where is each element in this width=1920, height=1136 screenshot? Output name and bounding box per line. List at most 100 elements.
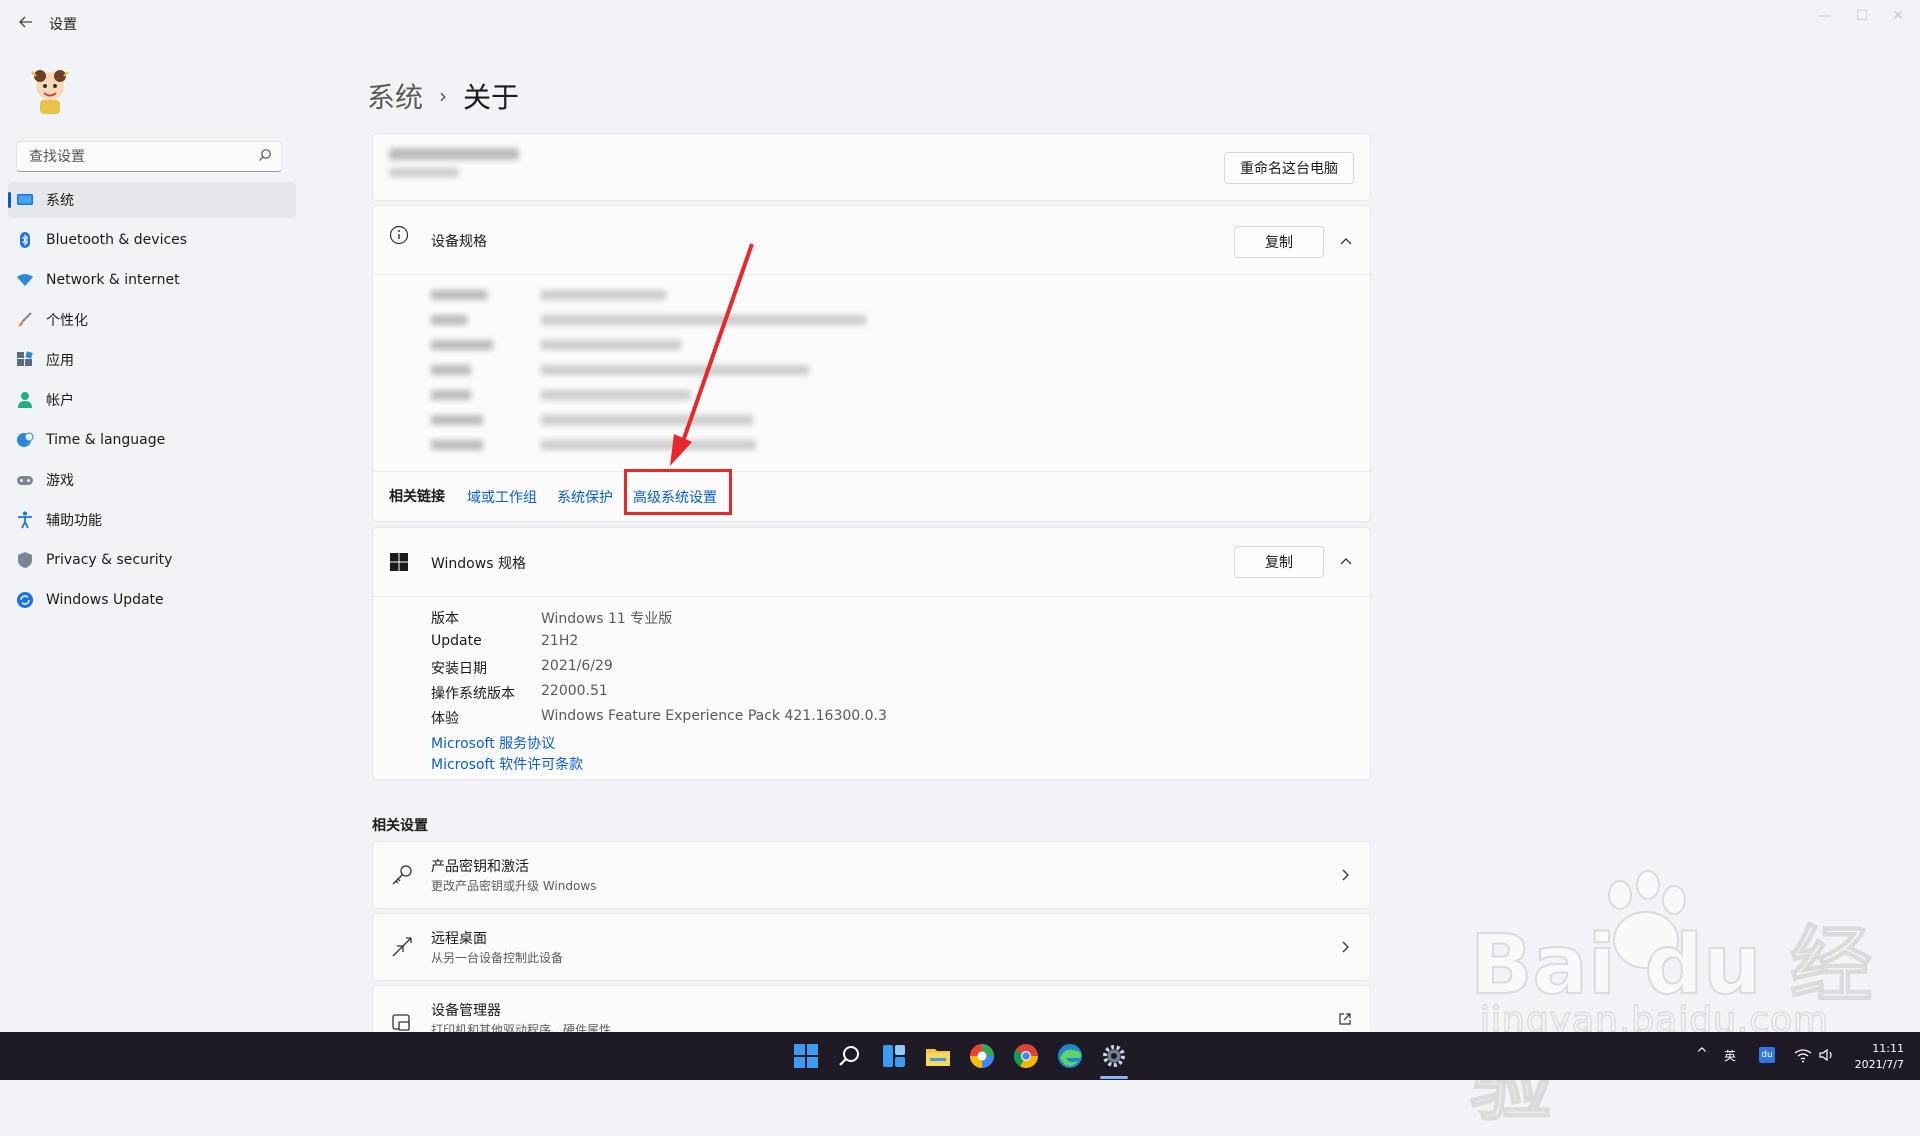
link-domain-workgroup[interactable]: 域或工作组 bbox=[467, 487, 537, 507]
external-link-icon bbox=[1339, 1013, 1351, 1025]
sidebar-item-accessibility[interactable]: 辅助功能 bbox=[8, 502, 296, 538]
sidebar-item-label: 游戏 bbox=[46, 473, 74, 489]
remote-desktop-icon bbox=[392, 937, 412, 957]
bluetooth-icon bbox=[20, 232, 30, 248]
copy-device-specs-button[interactable]: 复制 bbox=[1234, 226, 1324, 258]
spec-label-os-build: 操作系统版本 bbox=[431, 686, 515, 702]
settings-gear-icon[interactable] bbox=[1100, 1042, 1128, 1070]
link-license-terms[interactable]: Microsoft 软件许可条款 bbox=[431, 754, 583, 774]
network-icon[interactable] bbox=[1794, 1047, 1812, 1063]
window-title: 设置 bbox=[49, 17, 77, 33]
setting-product-key[interactable]: 产品密钥和激活 更改产品密钥或升级 Windows bbox=[372, 841, 1371, 909]
shield-icon bbox=[18, 552, 32, 568]
info-icon bbox=[389, 225, 409, 245]
breadcrumb: 系统 › 关于 bbox=[367, 76, 519, 116]
clock-date: 2021/7/7 bbox=[1854, 1058, 1904, 1071]
sidebar-item-accounts[interactable]: 帐户 bbox=[8, 382, 296, 418]
link-system-protection[interactable]: 系统保护 bbox=[557, 487, 613, 507]
device-name-card: 重命名这台电脑 bbox=[372, 133, 1371, 201]
sidebar-item-gaming[interactable]: 游戏 bbox=[8, 462, 296, 498]
device-name-blurred bbox=[389, 148, 519, 177]
start-icon[interactable] bbox=[792, 1042, 820, 1070]
spec-label-edition: 版本 bbox=[431, 611, 459, 627]
edge-icon[interactable] bbox=[1056, 1042, 1084, 1070]
sidebar-item-windows-update[interactable]: Windows Update bbox=[8, 582, 296, 618]
sidebar-item-label: 系统 bbox=[46, 193, 74, 209]
search-input[interactable] bbox=[27, 148, 251, 166]
setting-subtitle: 更改产品密钥或升级 Windows bbox=[431, 879, 597, 893]
sidebar-item-label: Privacy & security bbox=[46, 552, 173, 568]
wifi-icon bbox=[17, 274, 33, 286]
copy-windows-specs-button[interactable]: 复制 bbox=[1234, 546, 1324, 578]
setting-title: 产品密钥和激活 bbox=[431, 859, 529, 875]
spec-value-update: 21H2 bbox=[541, 633, 579, 649]
setting-device-manager[interactable]: 设备管理器 打印机和其他驱动程序、硬件属性 bbox=[372, 985, 1371, 1032]
sidebar-item-privacy[interactable]: Privacy & security bbox=[8, 542, 296, 578]
window-controls: — ☐ ✕ bbox=[1818, 8, 1904, 24]
ime-indicator[interactable]: 英 bbox=[1724, 1047, 1736, 1064]
sidebar-item-time-language[interactable]: Time & language bbox=[8, 422, 296, 458]
link-services-agreement[interactable]: Microsoft 服务协议 bbox=[431, 733, 555, 753]
widgets-icon[interactable] bbox=[880, 1042, 908, 1070]
chevron-right-icon bbox=[1342, 869, 1349, 881]
color-app-icon[interactable] bbox=[968, 1042, 996, 1070]
apps-icon bbox=[17, 351, 33, 366]
back-arrow-icon[interactable] bbox=[14, 12, 38, 36]
search-icon[interactable] bbox=[258, 148, 272, 162]
maximize-icon[interactable]: ☐ bbox=[1856, 8, 1869, 24]
minimize-icon[interactable]: — bbox=[1818, 8, 1832, 24]
spec-label-experience: 体验 bbox=[431, 711, 459, 727]
accessibility-icon bbox=[18, 511, 32, 529]
baidu-tray-icon[interactable]: du bbox=[1759, 1047, 1775, 1063]
update-icon bbox=[17, 592, 33, 608]
file-explorer-icon[interactable] bbox=[924, 1042, 952, 1070]
close-icon[interactable]: ✕ bbox=[1892, 8, 1904, 24]
clock[interactable]: 11:11 2021/7/7 bbox=[1855, 1041, 1904, 1073]
key-icon bbox=[392, 865, 412, 885]
setting-title: 设备管理器 bbox=[431, 1003, 501, 1019]
avatar[interactable] bbox=[24, 64, 76, 116]
breadcrumb-separator: › bbox=[439, 84, 448, 108]
spec-value-install-date: 2021/6/29 bbox=[541, 658, 613, 674]
windows-specs-title: Windows 规格 bbox=[431, 556, 526, 572]
gamepad-icon bbox=[17, 476, 33, 485]
chevron-up-icon[interactable] bbox=[1338, 554, 1354, 570]
volume-icon[interactable] bbox=[1818, 1047, 1836, 1063]
title-bar: 设置 — ☐ ✕ bbox=[0, 0, 1920, 48]
setting-title: 远程桌面 bbox=[431, 931, 487, 947]
spec-value-os-build: 22000.51 bbox=[541, 683, 608, 699]
sidebar-item-bluetooth[interactable]: Bluetooth & devices bbox=[8, 222, 296, 258]
device-specs-title: 设备规格 bbox=[431, 234, 487, 250]
baidu-watermark: Bai du 经验 jingyan.baidu.com bbox=[1469, 860, 1890, 1133]
spec-value-edition: Windows 11 专业版 bbox=[541, 611, 673, 627]
sidebar-item-system[interactable]: 系统 bbox=[8, 182, 296, 218]
breadcrumb-parent[interactable]: 系统 bbox=[367, 76, 423, 116]
sidebar-item-label: 帐户 bbox=[46, 393, 74, 409]
chevron-right-icon bbox=[1342, 941, 1349, 953]
related-links-label: 相关链接 bbox=[389, 489, 445, 505]
setting-subtitle: 打印机和其他驱动程序、硬件属性 bbox=[431, 1023, 612, 1032]
sidebar-item-apps[interactable]: 应用 bbox=[8, 342, 296, 378]
spec-label-install-date: 安装日期 bbox=[431, 661, 487, 677]
windows-logo-icon bbox=[390, 553, 408, 571]
tray-chevron-up-icon[interactable]: ^ bbox=[1696, 1046, 1708, 1062]
annotation-highlight-box bbox=[624, 469, 732, 515]
sidebar-item-network[interactable]: Network & internet bbox=[8, 262, 296, 298]
taskbar-search-icon[interactable] bbox=[836, 1042, 864, 1070]
sidebar-item-label: Time & language bbox=[46, 432, 166, 448]
search-box[interactable] bbox=[16, 141, 282, 172]
divider bbox=[373, 596, 1370, 597]
sidebar-item-personalization[interactable]: 个性化 bbox=[8, 302, 296, 338]
active-app-indicator bbox=[1100, 1076, 1128, 1079]
divider bbox=[373, 274, 1370, 275]
clock-time: 11:11 bbox=[1872, 1042, 1904, 1055]
chevron-up-icon[interactable] bbox=[1338, 234, 1354, 250]
chrome-icon[interactable] bbox=[1012, 1042, 1040, 1070]
sidebar-item-label: Network & internet bbox=[46, 272, 180, 288]
rename-pc-button[interactable]: 重命名这台电脑 bbox=[1224, 152, 1354, 184]
person-icon bbox=[18, 392, 32, 408]
setting-remote-desktop[interactable]: 远程桌面 从另一台设备控制此设备 bbox=[372, 913, 1371, 981]
setting-subtitle: 从另一台设备控制此设备 bbox=[431, 951, 564, 965]
windows-specs-card: Windows 规格 复制 版本 Windows 11 专业版 Update 2… bbox=[372, 527, 1371, 780]
device-manager-icon bbox=[392, 1014, 410, 1031]
